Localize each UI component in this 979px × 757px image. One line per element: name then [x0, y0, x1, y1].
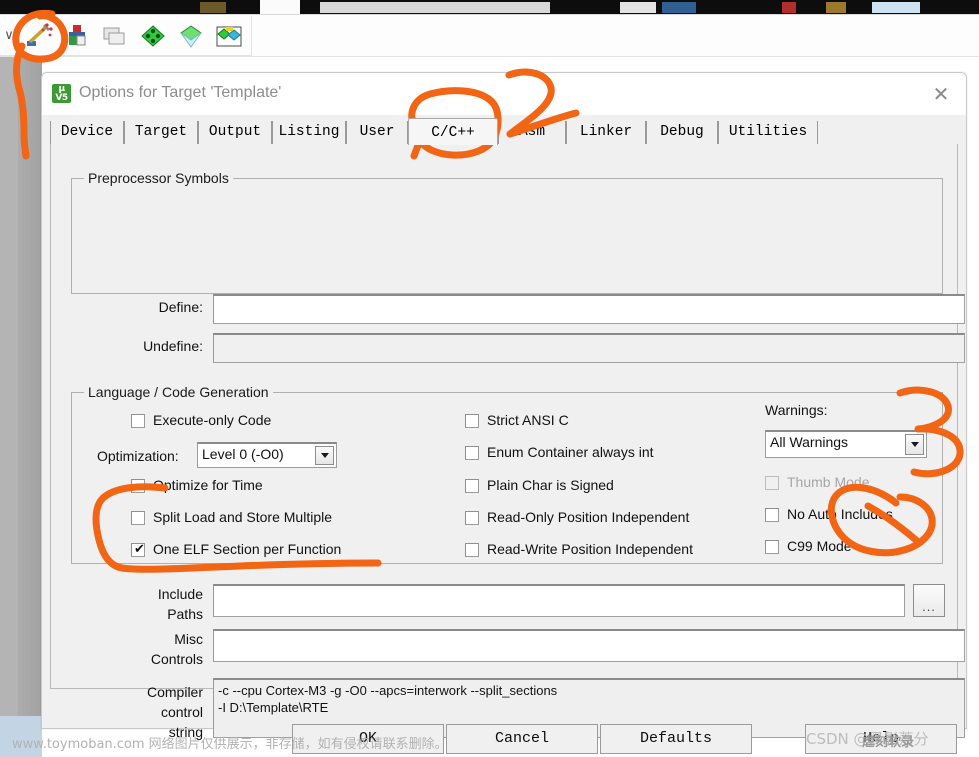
checkbox-box: ✔	[131, 542, 145, 557]
desktop-left-edge	[0, 57, 18, 729]
checkbox-box	[765, 540, 779, 554]
checkbox-box	[131, 511, 145, 525]
define-label: Define:	[158, 299, 203, 315]
stop-build-icon	[100, 22, 130, 50]
checkbox-label: Split Load and Store Multiple	[153, 509, 332, 525]
checkbox-label: Read-Only Position Independent	[487, 509, 690, 525]
manage-project-items-icon[interactable]	[176, 22, 206, 50]
optimization-value: Level 0 (-O0)	[202, 446, 284, 462]
top-toolbar-chip-3	[620, 2, 656, 13]
tab-utilities[interactable]: Utilities	[718, 121, 818, 144]
preprocessor-symbols-group: Preprocessor Symbols	[71, 170, 943, 294]
checkbox-label: Thumb Mode	[787, 474, 870, 490]
tab-asm[interactable]: Asm	[498, 121, 566, 144]
compiler-control-string-label-line1: Compiler	[146, 684, 203, 700]
checkbox-label: No Auto Includes	[787, 506, 893, 522]
watermark-csdn-overlay: 虐刻软录	[862, 735, 915, 750]
warnings-label: Warnings:	[765, 402, 828, 418]
undefine-input[interactable]	[213, 333, 965, 363]
language-code-generation-legend: Language / Code Generation	[84, 384, 273, 400]
checkbox-label: Strict ANSI C	[487, 412, 569, 428]
checkbox-box	[131, 414, 145, 428]
warnings-select[interactable]: All Warnings	[765, 430, 927, 458]
checkbox-box	[465, 543, 479, 557]
top-toolbar-chip-2	[320, 2, 550, 13]
checkbox-label: C99 Mode	[787, 538, 852, 554]
misc-controls-input[interactable]	[213, 629, 965, 662]
checkbox-label: Read-Write Position Independent	[487, 541, 693, 557]
preprocessor-symbols-legend: Preprocessor Symbols	[84, 170, 233, 186]
manage-runtime-environment-icon[interactable]	[214, 22, 244, 50]
toolbar-overflow-chevron[interactable]: ∨	[2, 27, 16, 43]
top-toolbar-chip-6	[826, 2, 846, 13]
include-paths-label-line1: Include	[157, 586, 203, 602]
check-icon: ✔	[134, 542, 145, 557]
tab-c-cpp[interactable]: C/C++	[408, 118, 498, 145]
uvision-logo-line2: V5	[55, 93, 68, 103]
tab-debug[interactable]: Debug	[646, 121, 718, 144]
tab-linker[interactable]: Linker	[566, 121, 646, 144]
checkbox-box	[131, 479, 145, 493]
checkbox-box	[465, 479, 479, 493]
checkbox-box	[765, 476, 779, 490]
checkbox-label: Plain Char is Signed	[487, 477, 614, 493]
defaults-button[interactable]: Defaults	[600, 724, 752, 754]
cancel-button[interactable]: Cancel	[446, 724, 598, 754]
define-input[interactable]	[213, 294, 965, 324]
checkbox-label: Optimize for Time	[153, 477, 263, 493]
misc-controls-label-line1: Misc	[174, 631, 203, 647]
tab-output[interactable]: Output	[198, 121, 272, 144]
include-paths-label-line2: Paths	[167, 606, 203, 622]
tab-content-panel: Preprocessor Symbols Define: Undefine: L…	[50, 144, 965, 740]
close-icon[interactable]: ✕	[922, 79, 960, 109]
tab-listing[interactable]: Listing	[272, 121, 346, 144]
options-for-target-icon[interactable]	[138, 22, 168, 50]
screen-root: ∨ μ V5 Options for Target 'Template' ✕ D…	[0, 0, 979, 757]
chevron-down-icon[interactable]	[315, 446, 334, 465]
top-toolbar-chip-4	[662, 2, 696, 13]
tab-target[interactable]: Target	[124, 121, 198, 144]
watermark-bottom: www.toymoban.com 网络图片仅供展示，非存储，如有侵权请联系删除。	[12, 737, 448, 752]
dialog-title: Options for Target 'Template'	[79, 84, 282, 101]
options-for-target-dialog: μ V5 Options for Target 'Template' ✕ Dev…	[41, 72, 967, 754]
include-paths-browse-button[interactable]: ...	[913, 584, 945, 617]
checkbox-box	[465, 446, 479, 460]
include-paths-input[interactable]	[213, 584, 905, 617]
warnings-value: All Warnings	[770, 434, 849, 450]
checkbox-label: Enum Container always int	[487, 444, 654, 460]
tabstrip: Device Target Output Listing User C/C++ …	[50, 118, 958, 145]
top-toolbar-chip-5	[782, 2, 796, 13]
top-toolbar-chip-1	[200, 2, 226, 13]
undefine-label: Undefine:	[143, 338, 203, 354]
tab-user[interactable]: User	[346, 121, 408, 144]
chevron-down-icon[interactable]	[905, 434, 924, 455]
batch-build-icon[interactable]	[62, 22, 92, 50]
app-top-toolbar	[0, 0, 979, 15]
compiler-control-string-label-line2: control	[160, 704, 203, 720]
top-toolbar-chip-7	[872, 2, 920, 13]
tab-device[interactable]: Device	[50, 121, 124, 144]
checkbox-box	[765, 508, 779, 522]
optimization-label: Optimization:	[97, 448, 179, 464]
misc-controls-label-line2: Controls	[150, 651, 203, 667]
checkbox-label: One ELF Section per Function	[153, 541, 342, 557]
checkbox-label: Execute-only Code	[153, 412, 272, 428]
optimization-select[interactable]: Level 0 (-O0)	[197, 442, 337, 468]
rebuild-target-icon[interactable]	[24, 22, 54, 50]
checkbox-box	[465, 414, 479, 428]
uvision-logo-icon: μ V5	[52, 84, 71, 103]
checkbox-box	[465, 511, 479, 525]
